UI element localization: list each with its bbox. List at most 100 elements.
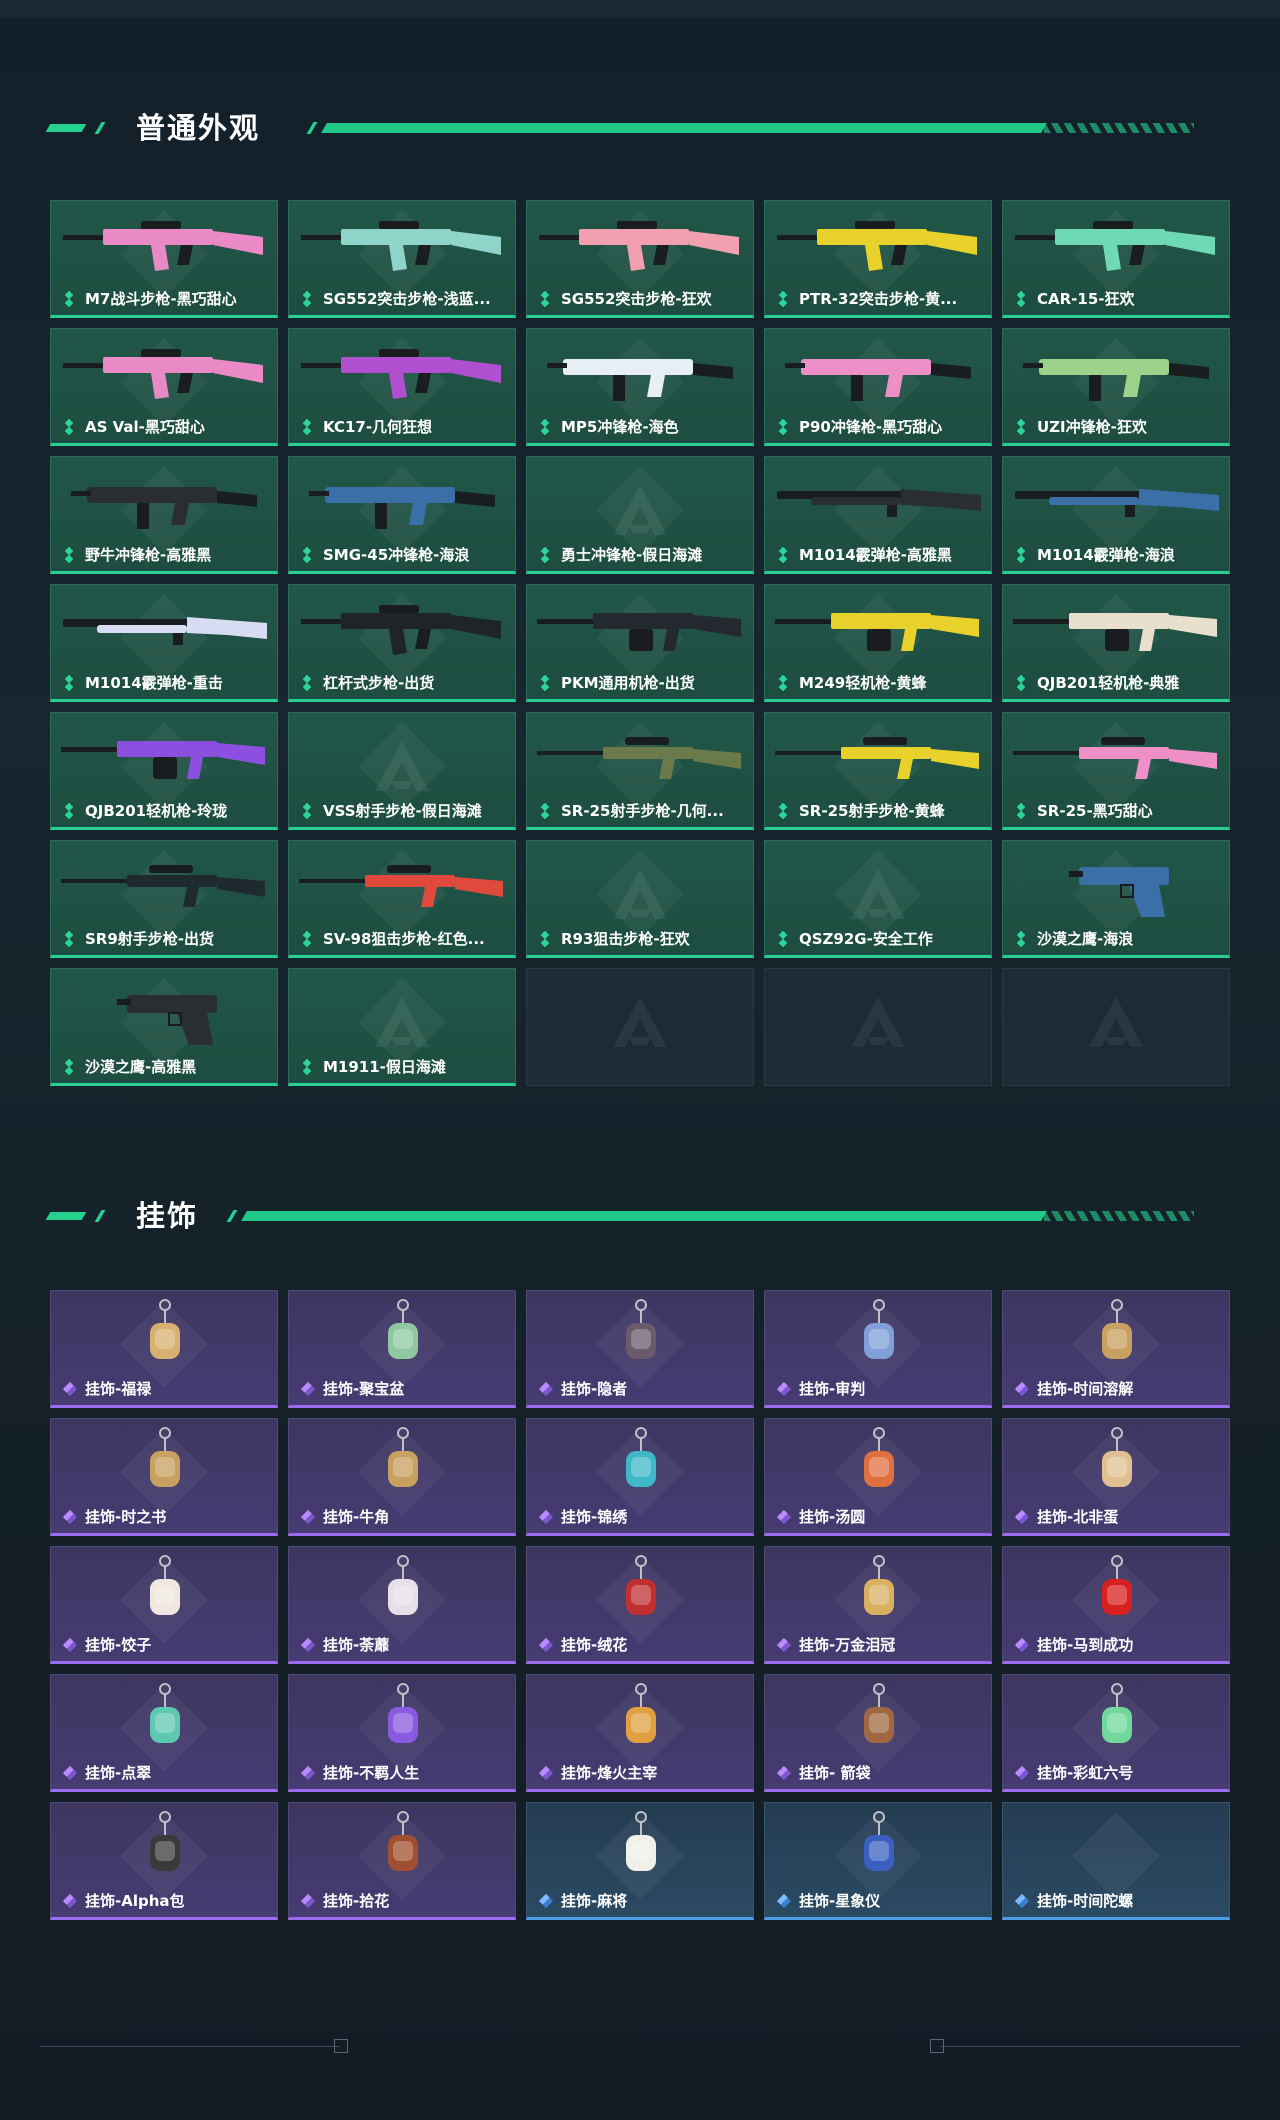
charm-card[interactable]: 挂饰-马到成功 <box>1002 1546 1230 1664</box>
shotgun-icon <box>1015 489 1219 517</box>
charm-card[interactable]: 挂饰- 箭袋 <box>764 1674 992 1792</box>
skin-card[interactable]: SR-25射手步枪-几何... <box>526 712 754 830</box>
header-bar <box>321 123 1047 133</box>
charm-card[interactable]: 挂饰-时间陀螺 <box>1002 1802 1230 1920</box>
skin-card[interactable]: QSZ92G-安全工作 <box>764 840 992 958</box>
skin-card[interactable]: SMG-45冲锋枪-海浪 <box>288 456 516 574</box>
charm-icon <box>1102 1555 1132 1615</box>
charm-icon <box>388 1555 418 1615</box>
charm-card[interactable]: 挂饰-烽火主宰 <box>526 1674 754 1792</box>
skin-card[interactable]: QJB201轻机枪-玲珑 <box>50 712 278 830</box>
skin-card[interactable]: 勇士冲锋枪-假日海滩 <box>526 456 754 574</box>
charm-card[interactable]: 挂饰-牛角 <box>288 1418 516 1536</box>
charm-card[interactable]: 挂饰-点翠 <box>50 1674 278 1792</box>
skin-card[interactable]: VSS射手步枪-假日海滩 <box>288 712 516 830</box>
rarity-icon <box>63 1382 77 1396</box>
brand-logo-icon <box>613 485 667 535</box>
skin-card[interactable]: SR-25-黑巧甜心 <box>1002 712 1230 830</box>
rarity-icon <box>301 1894 315 1908</box>
charm-card[interactable]: 挂饰-时间溶解 <box>1002 1290 1230 1408</box>
charm-card[interactable]: 挂饰-福禄 <box>50 1290 278 1408</box>
skin-card[interactable]: UZI冲锋枪-狂欢 <box>1002 328 1230 446</box>
skin-card[interactable]: SR9射手步枪-出货 <box>50 840 278 958</box>
empty-slot <box>1002 968 1230 1086</box>
footer-marker <box>930 2039 944 2053</box>
rarity-icon <box>539 676 553 690</box>
charm-card[interactable]: 挂饰-隐者 <box>526 1290 754 1408</box>
charm-card[interactable]: 挂饰-Alpha包 <box>50 1802 278 1920</box>
skin-card[interactable]: R93狙击步枪-狂欢 <box>526 840 754 958</box>
header-accent <box>45 124 87 132</box>
charm-card[interactable]: 挂饰-不羁人生 <box>288 1674 516 1792</box>
charm-card[interactable]: 挂饰-锦绣 <box>526 1418 754 1536</box>
rarity-icon <box>539 1766 553 1780</box>
skin-card[interactable]: PKM通用机枪-出货 <box>526 584 754 702</box>
charm-card[interactable]: 挂饰-荼蘼 <box>288 1546 516 1664</box>
charm-icon <box>1102 1683 1132 1743</box>
skin-card[interactable]: M1014霰弹枪-海浪 <box>1002 456 1230 574</box>
charm-card[interactable]: 挂饰-时之书 <box>50 1418 278 1536</box>
skin-card[interactable]: SR-25射手步枪-黄蜂 <box>764 712 992 830</box>
skin-card[interactable]: SG552突击步枪-狂欢 <box>526 200 754 318</box>
rarity-icon <box>1015 1510 1029 1524</box>
rarity-icon <box>301 420 315 434</box>
skin-card[interactable]: M249轻机枪-黄蜂 <box>764 584 992 702</box>
skin-card[interactable]: PTR-32突击步枪-黄... <box>764 200 992 318</box>
charm-card[interactable]: 挂饰-彩虹六号 <box>1002 1674 1230 1792</box>
charm-card[interactable]: 挂饰-汤圆 <box>764 1418 992 1536</box>
charm-card[interactable]: 挂饰-审判 <box>764 1290 992 1408</box>
charm-name: 挂饰-万金泪冠 <box>799 1636 896 1654</box>
charm-card[interactable]: 挂饰-星象仪 <box>764 1802 992 1920</box>
skin-card[interactable]: SV-98狙击步枪-红色... <box>288 840 516 958</box>
charm-name: 挂饰-点翠 <box>85 1764 152 1782</box>
skin-card[interactable]: M7战斗步枪-黑巧甜心 <box>50 200 278 318</box>
charm-icon <box>864 1683 894 1743</box>
charm-name: 挂饰-Alpha包 <box>85 1892 185 1910</box>
charm-card[interactable]: 挂饰-拾花 <box>288 1802 516 1920</box>
skin-name: SG552突击步枪-浅蓝... <box>323 290 491 308</box>
charm-card[interactable]: 挂饰-绒花 <box>526 1546 754 1664</box>
charm-name: 挂饰-烽火主宰 <box>561 1764 658 1782</box>
skin-name: PTR-32突击步枪-黄... <box>799 290 958 308</box>
charm-name: 挂饰-隐者 <box>561 1380 628 1398</box>
skin-card[interactable]: QJB201轻机枪-典雅 <box>1002 584 1230 702</box>
skin-card[interactable]: 杠杆式步枪-出货 <box>288 584 516 702</box>
charm-icon <box>1102 1299 1132 1359</box>
charm-card[interactable]: 挂饰-聚宝盆 <box>288 1290 516 1408</box>
charm-name: 挂饰-锦绣 <box>561 1508 628 1526</box>
skin-name: M249轻机枪-黄蜂 <box>799 674 927 692</box>
charm-card[interactable]: 挂饰-麻将 <box>526 1802 754 1920</box>
skin-name: PKM通用机枪-出货 <box>561 674 695 692</box>
charm-card[interactable]: 挂饰-北非蛋 <box>1002 1418 1230 1536</box>
charm-name: 挂饰-时之书 <box>85 1508 167 1526</box>
charm-icon <box>626 1683 656 1743</box>
skin-card[interactable]: SG552突击步枪-浅蓝... <box>288 200 516 318</box>
skin-card[interactable]: P90冲锋枪-黑巧甜心 <box>764 328 992 446</box>
charm-name: 挂饰-牛角 <box>323 1508 390 1526</box>
charm-card[interactable]: 挂饰-万金泪冠 <box>764 1546 992 1664</box>
skin-card[interactable]: M1014霰弹枪-高雅黑 <box>764 456 992 574</box>
rarity-icon <box>539 1382 553 1396</box>
charm-icon <box>864 1555 894 1615</box>
charm-name: 挂饰-审判 <box>799 1380 866 1398</box>
skin-card[interactable]: M1014霰弹枪-重击 <box>50 584 278 702</box>
skin-name: M1014霰弹枪-海浪 <box>1037 546 1175 564</box>
skin-card[interactable]: 沙漠之鹰-高雅黑 <box>50 968 278 1086</box>
rarity-icon <box>539 292 553 306</box>
skin-card[interactable]: AS Val-黑巧甜心 <box>50 328 278 446</box>
skin-card[interactable]: CAR-15-狂欢 <box>1002 200 1230 318</box>
charm-name: 挂饰-绒花 <box>561 1636 628 1654</box>
skin-name: M1014霰弹枪-高雅黑 <box>799 546 952 564</box>
charm-icon <box>150 1299 180 1359</box>
skin-name: 勇士冲锋枪-假日海滩 <box>561 546 703 564</box>
skin-card[interactable]: 沙漠之鹰-海浪 <box>1002 840 1230 958</box>
top-strip <box>0 0 1280 18</box>
charm-card[interactable]: 挂饰-饺子 <box>50 1546 278 1664</box>
skin-card[interactable]: KC17-几何狂想 <box>288 328 516 446</box>
skin-card[interactable]: MP5冲锋枪-海色 <box>526 328 754 446</box>
skin-card[interactable]: M1911-假日海滩 <box>288 968 516 1086</box>
skin-card[interactable]: 野牛冲锋枪-高雅黑 <box>50 456 278 574</box>
skin-name: SR9射手步枪-出货 <box>85 930 215 948</box>
section-title: 挂饰 <box>136 1199 199 1233</box>
pistol-icon <box>117 995 217 1045</box>
